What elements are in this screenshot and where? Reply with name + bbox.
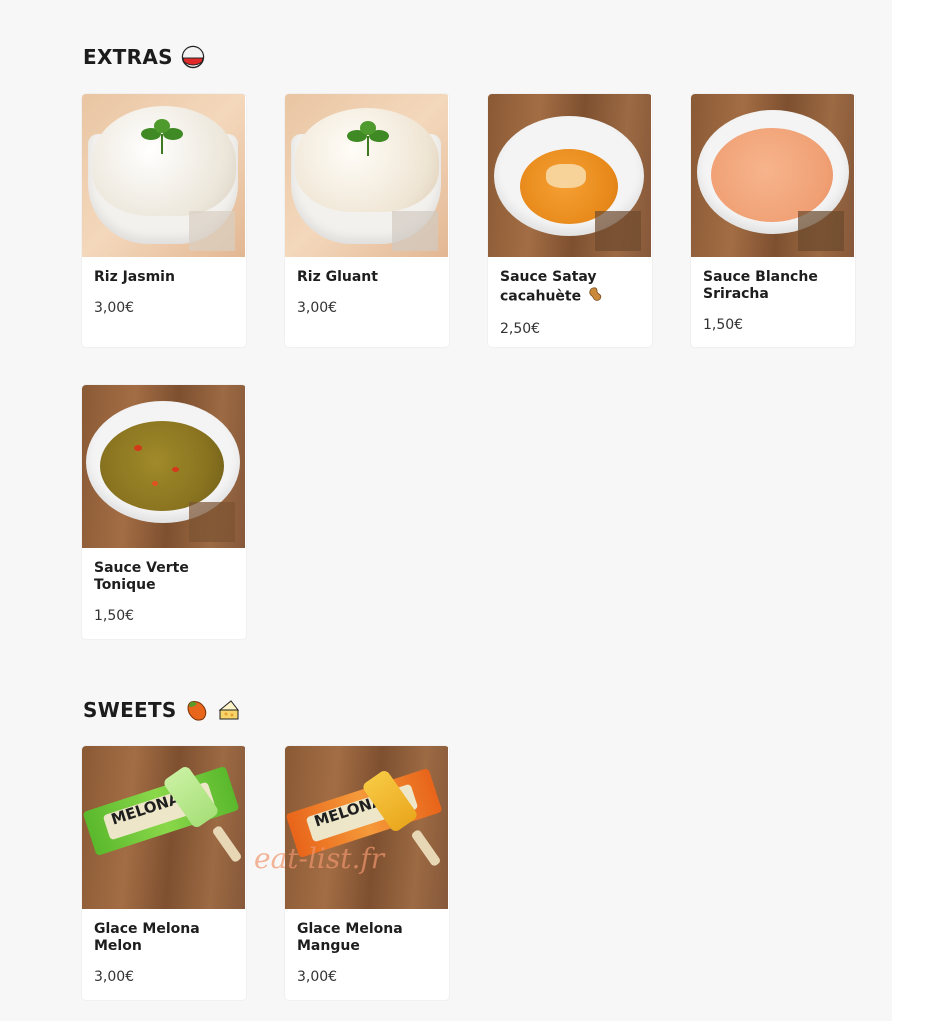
menu-item-card[interactable]: Sauce Satay cacahuète 2,50€ [488,94,652,347]
jasmine-rice-photo [82,94,245,257]
item-price: 2,50€ [500,321,541,337]
menu-item-card[interactable]: Sauce Verte Tonique 1,50€ [82,385,246,639]
mango-icon [185,698,209,722]
section-title-text: EXTRAS [83,45,173,69]
peanut-icon [588,286,604,307]
section-title-text: SWEETS [83,698,177,722]
item-name: Glace Melona Melon [94,921,200,954]
sriracha-white-sauce-photo [691,94,854,257]
item-name: Riz Gluant [297,269,378,285]
item-name: Glace Melona Mangue [297,921,403,954]
menu-item-card[interactable]: MELONA Glace Melona Melon 3,00€ [82,746,246,1000]
section-title-sweets: SWEETS [83,698,241,722]
menu-item-card[interactable]: Sauce Blanche Sriracha 1,50€ [691,94,855,347]
melona-mango-photo: MELONA [285,746,448,909]
item-price: 1,50€ [703,317,744,333]
item-name-text: Sauce Satay cacahuète [500,269,597,305]
item-name: Sauce Blanche Sriracha [703,269,818,302]
item-price: 1,50€ [94,608,135,624]
section-title-extras: EXTRAS [83,45,205,69]
menu-item-card[interactable]: Riz Gluant 3,00€ [285,94,449,347]
item-price: 3,00€ [94,300,135,316]
item-name: Sauce Verte Tonique [94,560,189,593]
rice-bowl-icon [181,45,205,69]
item-price: 3,00€ [297,300,338,316]
menu-item-card[interactable]: Riz Jasmin 3,00€ [82,94,246,347]
item-price: 3,00€ [94,969,135,985]
item-price: 3,00€ [297,969,338,985]
item-name: Riz Jasmin [94,269,175,285]
melona-melon-photo: MELONA [82,746,245,909]
watermark-text: eat-list.fr [254,842,385,875]
cheesecake-icon [217,698,241,722]
menu-page: EXTRAS Riz Jasmin 3,00€ Riz Gluant 3,00€… [0,0,892,1021]
satay-sauce-photo [488,94,651,257]
sticky-rice-photo [285,94,448,257]
item-name: Sauce Satay cacahuète [500,269,640,307]
green-sauce-photo [82,385,245,548]
